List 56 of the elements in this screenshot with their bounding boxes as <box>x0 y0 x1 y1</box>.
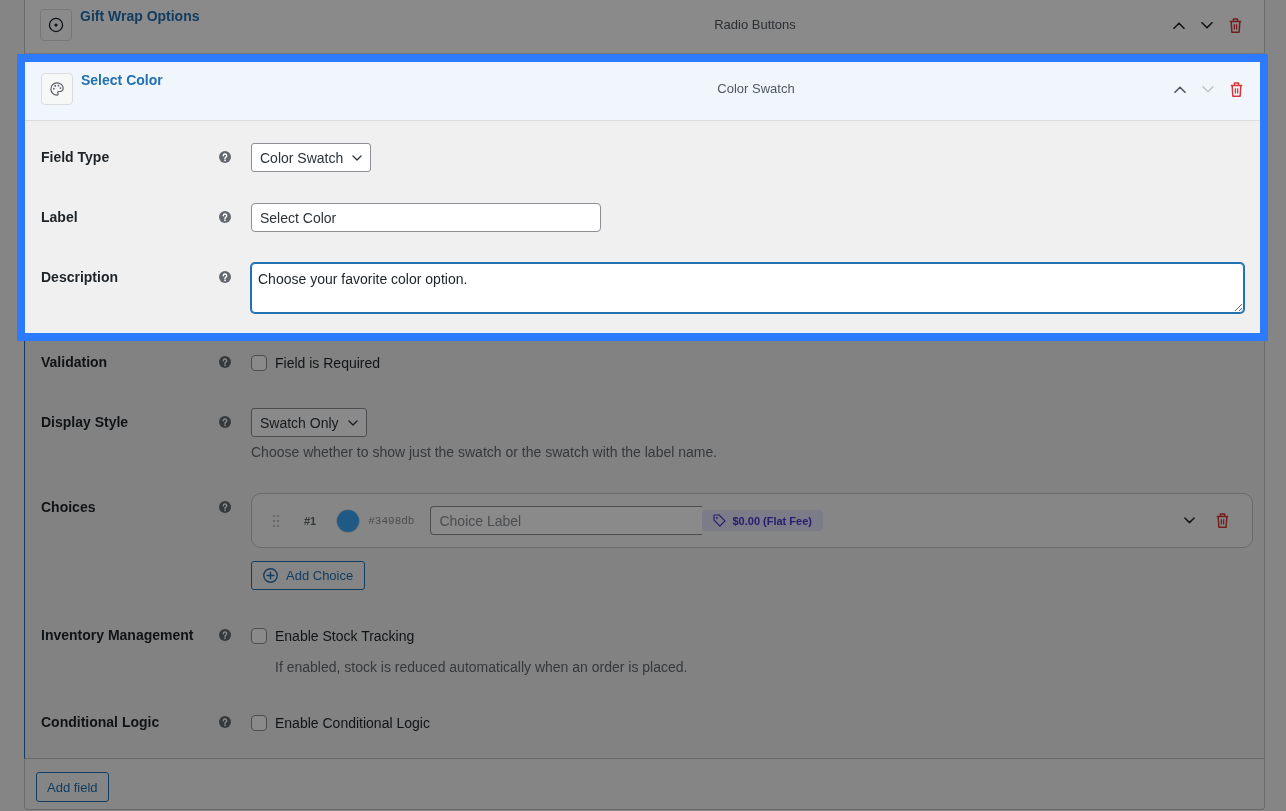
chevron-down-icon <box>1202 85 1214 93</box>
checkbox[interactable] <box>251 627 267 644</box>
choice-number: #1 <box>304 514 317 527</box>
choice-label-input[interactable]: Choice Label <box>430 506 703 535</box>
textarea[interactable]: Choose your favorite color option. <box>251 263 1244 313</box>
field-title[interactable]: Gift Wrap Options <box>80 9 200 23</box>
help-icon[interactable] <box>219 416 231 428</box>
help-icon[interactable] <box>219 716 231 728</box>
setting-label: Description <box>41 268 118 287</box>
field-header[interactable]: Select Color Color Swatch <box>25 62 1260 121</box>
color-hex-code: #3498db <box>368 514 415 527</box>
help-icon[interactable] <box>219 501 231 513</box>
setting-label: Label <box>41 208 78 227</box>
checkbox-label[interactable]: Field is Required <box>275 354 381 371</box>
checkbox[interactable] <box>251 354 267 371</box>
setting-label: Validation <box>41 353 108 372</box>
help-icon[interactable] <box>219 271 231 283</box>
field-title[interactable]: Select Color <box>81 73 163 87</box>
help-icon[interactable] <box>219 629 231 641</box>
palette-icon <box>41 73 73 105</box>
dropdown[interactable]: Color Swatch <box>251 143 372 172</box>
setting-label: Inventory Management <box>41 626 194 645</box>
price-label: $0.00 (Flat Fee) <box>732 514 812 527</box>
field-type-label: Color Swatch <box>717 81 795 97</box>
help-text: Choose whether to show just the swatch or the swatch with the label name. <box>251 443 718 462</box>
setting-label: Display Style <box>41 413 129 432</box>
dropdown[interactable]: Swatch Only <box>251 408 367 437</box>
chevron-up-icon <box>1174 85 1186 93</box>
trash-icon <box>1229 81 1243 97</box>
add-choice-button[interactable]: Add Choice <box>251 561 366 590</box>
chevron-up-icon <box>1173 21 1185 29</box>
checkbox[interactable] <box>251 714 267 731</box>
setting-label: Field Type <box>41 148 110 167</box>
radio-button-icon <box>40 9 72 41</box>
tag-icon <box>713 514 727 527</box>
chevron-down-icon <box>352 154 363 161</box>
checkbox-label[interactable]: Enable Conditional Logic <box>275 714 430 731</box>
field-type-label: Radio Buttons <box>714 17 796 33</box>
add-field-button[interactable]: Add field <box>36 772 109 802</box>
help-icon[interactable] <box>219 211 231 223</box>
trash-icon <box>1215 513 1229 528</box>
trash-icon <box>1228 17 1242 33</box>
chevron-down-icon <box>347 419 358 426</box>
setting-label: Choices <box>41 498 96 517</box>
help-icon[interactable] <box>219 151 231 163</box>
chevron-down-icon <box>1183 517 1195 524</box>
checkbox-label[interactable]: Enable Stock Tracking <box>275 627 415 644</box>
field-header[interactable]: Gift Wrap Options Radio Buttons <box>24 0 1265 54</box>
text-input[interactable]: Select Color <box>251 203 601 232</box>
help-icon[interactable] <box>219 356 231 368</box>
chevron-down-icon <box>1201 21 1213 29</box>
setting-label: Conditional Logic <box>41 713 160 732</box>
plus-circle-icon <box>263 568 278 583</box>
color-swatch-icon[interactable] <box>337 509 360 532</box>
drag-handle-icon[interactable] <box>272 513 280 528</box>
help-text: If enabled, stock is reduced automatically when an order is placed. <box>275 658 688 677</box>
